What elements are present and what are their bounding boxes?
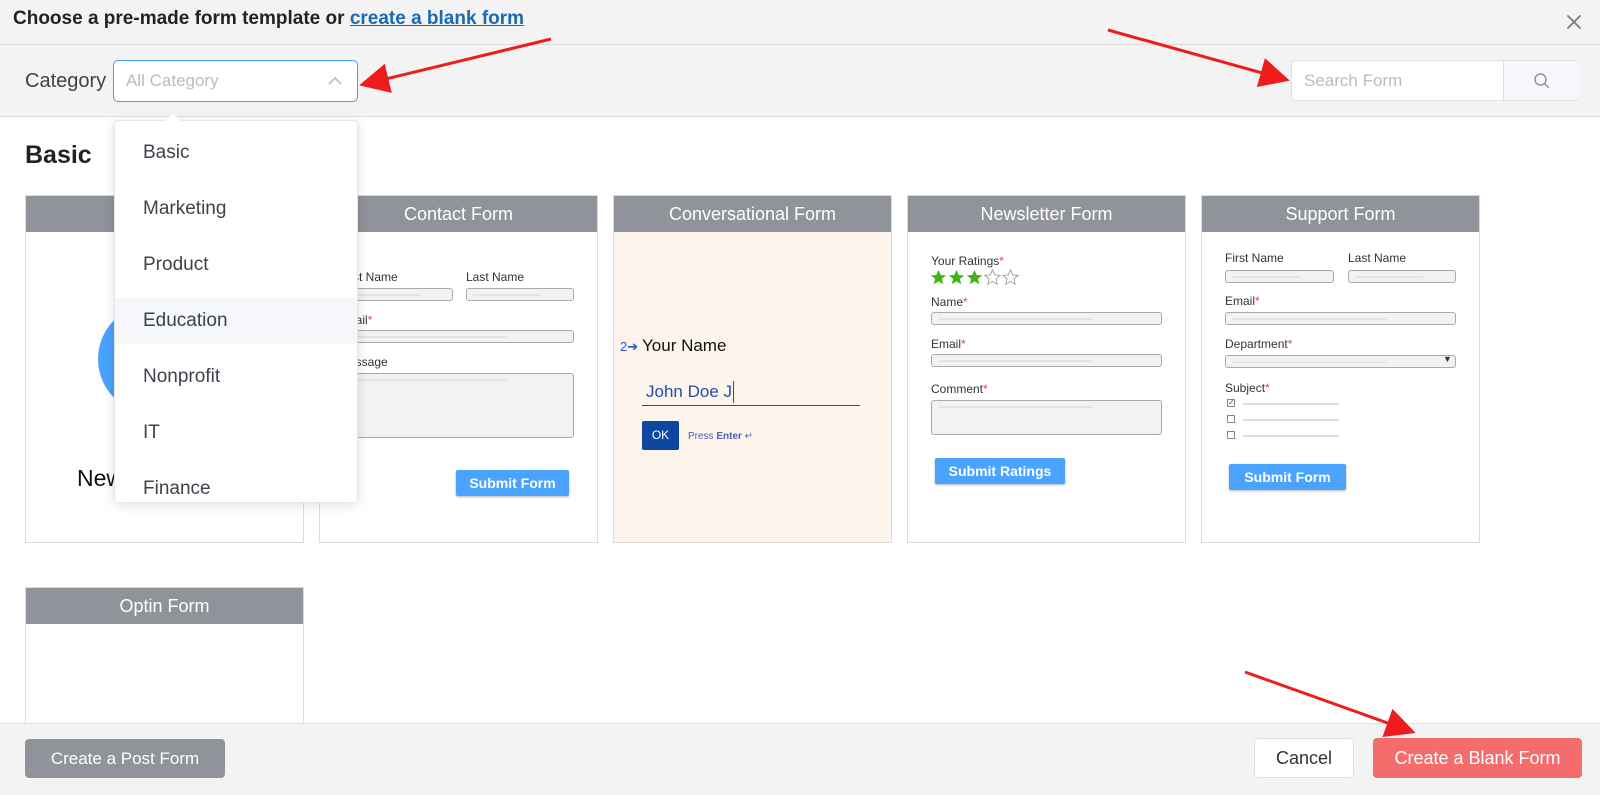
first-name-label: First Name: [1225, 251, 1284, 265]
modal-footer: Create a Post Form Cancel Create a Blank…: [0, 723, 1600, 795]
search-input[interactable]: [1292, 61, 1503, 100]
subject-label: Subject*: [1225, 381, 1270, 395]
search-icon: [1534, 73, 1550, 89]
category-option-product[interactable]: Product: [115, 242, 357, 288]
card-preview: 2➔ Your Name John Doe J OK Press Enter ↵: [614, 232, 891, 542]
last-name-label: Last Name: [1348, 251, 1407, 265]
star-icon: [966, 269, 983, 285]
modal-title: Choose a pre-made form template or creat…: [13, 8, 524, 30]
category-option-marketing[interactable]: Marketing: [115, 186, 357, 232]
name-field: [931, 312, 1162, 325]
title-prefix: Choose a pre-made form template or: [13, 8, 345, 29]
star-rating: [930, 269, 1030, 287]
subject-option-line: [1243, 403, 1339, 405]
create-post-form-button[interactable]: Create a Post Form: [25, 739, 225, 778]
ok-button-preview: OK: [642, 421, 679, 450]
category-select[interactable]: All Category: [113, 60, 358, 102]
subject-checkbox: [1227, 415, 1235, 423]
submit-form-button-preview: Submit Form: [1229, 464, 1346, 490]
template-card-contact[interactable]: Contact Form rst Name Last Name nail* es…: [319, 195, 598, 543]
step-number: 2➔: [620, 339, 639, 354]
category-option-education[interactable]: Education: [115, 298, 357, 344]
question-text: Your Name: [642, 336, 727, 355]
card-title: Contact Form: [320, 196, 597, 232]
subject-option-line: [1243, 435, 1339, 437]
card-preview: Your Ratings* Name* Email* Comment* Subm…: [908, 232, 1185, 542]
answer-caret: [733, 381, 734, 403]
submit-form-button-preview: Submit Form: [456, 470, 569, 496]
email-label: Email*: [931, 337, 966, 351]
comment-field: [931, 400, 1162, 435]
email-field: [1225, 312, 1456, 325]
category-option-basic[interactable]: Basic: [115, 130, 357, 176]
dropdown-pointer: [165, 113, 181, 121]
answer-text: John Doe J: [646, 382, 732, 401]
category-label: Category: [25, 70, 107, 92]
create-blank-form-link[interactable]: create a blank form: [350, 8, 524, 29]
last-name-label: Last Name: [466, 270, 525, 284]
name-label: Name*: [931, 295, 968, 309]
card-preview: First Name Last Name Email* Department* …: [1202, 232, 1479, 542]
chevron-up-icon: [328, 76, 342, 85]
modal-header: Choose a pre-made form template or creat…: [0, 0, 1600, 45]
search-box: [1291, 60, 1579, 101]
star-icon: [1002, 269, 1019, 286]
template-card-support[interactable]: Support Form First Name Last Name Email*…: [1201, 195, 1480, 543]
section-title: Basic: [25, 141, 92, 169]
press-enter-hint: Press Enter ↵: [688, 431, 754, 442]
category-select-value: All Category: [126, 71, 219, 90]
last-name-field: [466, 288, 574, 301]
email-field: [931, 354, 1162, 367]
card-title: Optin Form: [26, 588, 303, 624]
close-icon: [1567, 15, 1581, 29]
first-name-field: [1225, 270, 1334, 283]
template-card-conversational[interactable]: Conversational Form 2➔ Your Name John Do…: [613, 195, 892, 543]
email-field: [349, 330, 574, 343]
caret-down-icon: ▼: [1443, 354, 1452, 364]
comment-label: Comment*: [931, 382, 988, 396]
department-select: [1225, 355, 1456, 368]
last-name-field: [1348, 270, 1456, 283]
card-title: Conversational Form: [614, 196, 891, 232]
star-icon: [984, 269, 1001, 286]
department-label: Department*: [1225, 337, 1293, 351]
first-name-field: [349, 288, 453, 301]
filter-bar: Category All Category: [0, 45, 1600, 117]
category-option-finance[interactable]: Finance: [115, 466, 357, 502]
answer-underline: [642, 405, 860, 406]
subject-checkbox-checked: ✓: [1227, 398, 1235, 407]
cancel-button[interactable]: Cancel: [1254, 738, 1354, 778]
template-picker-modal: Choose a pre-made form template or creat…: [0, 0, 1600, 795]
email-label: Email*: [1225, 294, 1260, 308]
subject-checkbox: [1227, 431, 1235, 439]
ratings-label: Your Ratings*: [931, 254, 1004, 268]
create-blank-form-button[interactable]: Create a Blank Form: [1373, 738, 1582, 778]
card-title: Support Form: [1202, 196, 1479, 232]
message-field: [349, 373, 574, 438]
card-title: Newsletter Form: [908, 196, 1185, 232]
close-button[interactable]: [1562, 10, 1586, 34]
template-card-optin[interactable]: Optin Form: [25, 587, 304, 737]
subject-option-line: [1243, 419, 1339, 421]
category-dropdown-menu: Basic Marketing Product Education Nonpro…: [114, 120, 358, 503]
star-icon: [930, 269, 947, 285]
category-option-nonprofit[interactable]: Nonprofit: [115, 354, 357, 400]
category-option-it[interactable]: IT: [115, 410, 357, 456]
template-card-newsletter[interactable]: Newsletter Form Your Ratings* Name* Emai…: [907, 195, 1186, 543]
search-button[interactable]: [1503, 61, 1579, 100]
submit-ratings-button-preview: Submit Ratings: [935, 458, 1065, 484]
star-icon: [948, 269, 965, 285]
card-preview: rst Name Last Name nail* essage Submit F…: [320, 232, 597, 542]
card-preview: [26, 624, 303, 736]
